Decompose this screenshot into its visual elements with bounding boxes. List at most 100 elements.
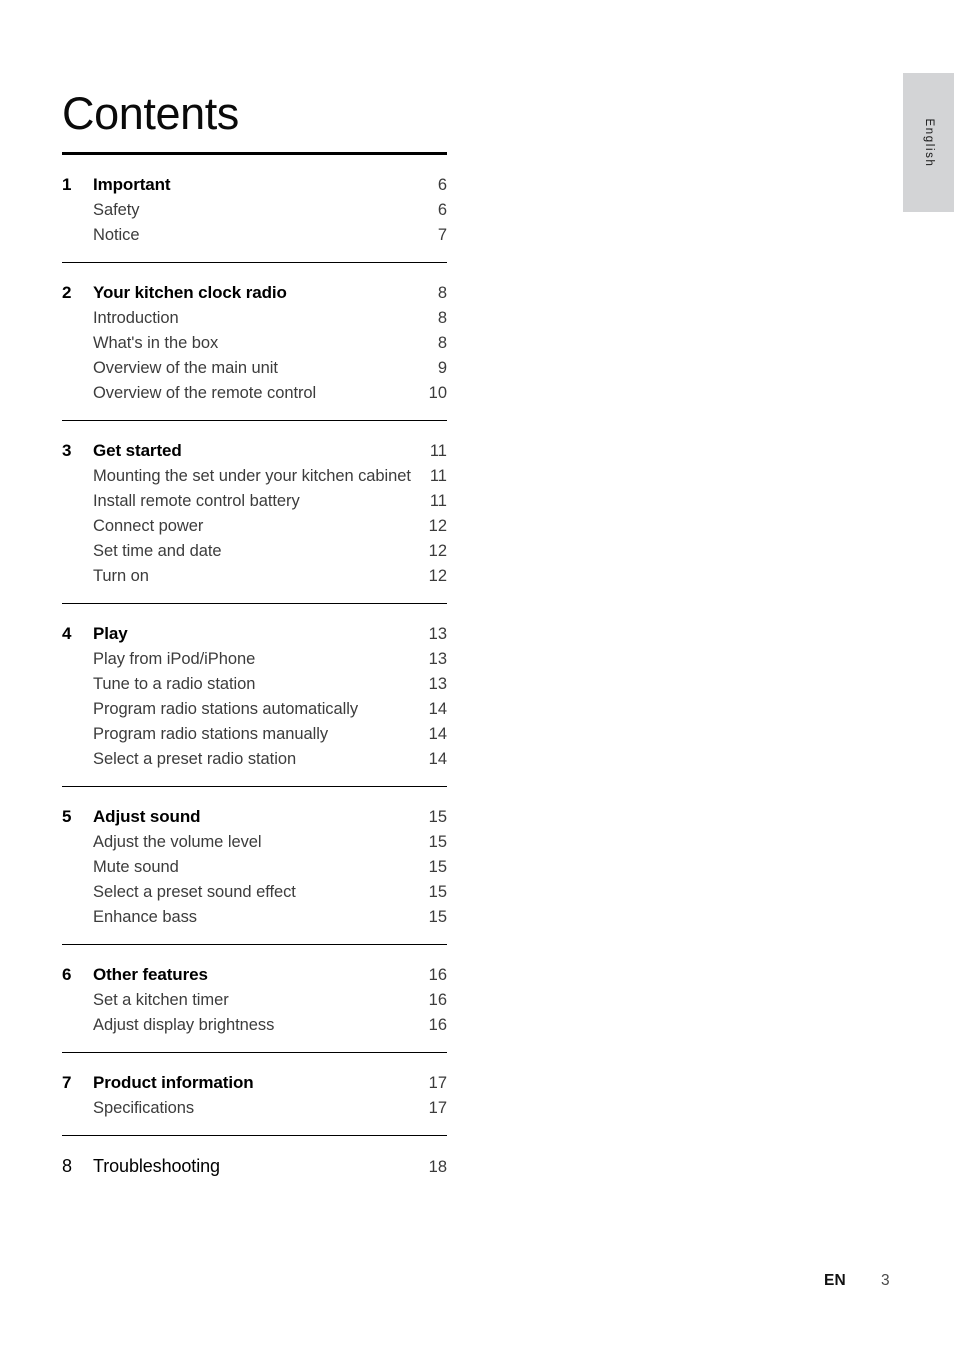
toc-entry[interactable]: Mute sound 15 xyxy=(62,855,447,880)
toc-entry-label: Set time and date xyxy=(93,541,222,560)
section-page-number: 18 xyxy=(428,1157,447,1176)
toc-entry[interactable]: Overview of the remote control 10 xyxy=(62,381,447,406)
toc-entry[interactable]: Program radio stations manually 14 xyxy=(62,722,447,747)
toc-entry-page-number: 15 xyxy=(428,857,447,876)
toc-section: 4 Play 13 Play from iPod/iPhone 13 Tune to a … xyxy=(62,589,447,772)
toc-entry-label: What's in the box xyxy=(93,333,219,352)
toc-entry-page-number: 8 xyxy=(437,308,447,327)
toc-entry-page-number: 12 xyxy=(428,516,447,535)
toc-entry-label: Connect power xyxy=(93,516,204,535)
toc-entry[interactable]: Adjust display brightness 16 xyxy=(62,1013,447,1038)
toc-entry[interactable]: Select a preset radio station 14 xyxy=(62,747,447,772)
toc-section-heading[interactable]: 8 Troubleshooting 18 xyxy=(62,1153,447,1180)
toc-section-heading[interactable]: 4 Play 13 xyxy=(62,621,447,647)
section-title: Your kitchen clock radio xyxy=(93,282,287,302)
toc-entry[interactable]: Turn on 12 xyxy=(62,564,447,589)
section-title: Troubleshooting xyxy=(93,1155,220,1176)
toc-entry-page-number: 12 xyxy=(428,566,447,585)
toc-section: 1 Important 6 Safety 6 Notice 7 xyxy=(62,152,447,248)
section-title: Adjust sound xyxy=(93,806,201,826)
toc-entry[interactable]: What's in the box 8 xyxy=(62,331,447,356)
footer-locale: EN xyxy=(824,1272,846,1289)
toc-entry-page-number: 11 xyxy=(429,491,447,510)
toc-entry[interactable]: Program radio stations automatically 14 xyxy=(62,697,447,722)
toc-entry-label: Turn on xyxy=(93,566,149,585)
section-number: 1 xyxy=(62,174,72,194)
section-title: Play xyxy=(93,623,128,643)
toc-section: 7 Product information 17 Specifications 17 xyxy=(62,1038,447,1121)
table-of-contents: 1 Important 6 Safety 6 Notice 7 2 Your kitchen c… xyxy=(62,152,447,1180)
toc-section: 5 Adjust sound 15 Adjust the volume level 15… xyxy=(62,772,447,930)
toc-entry-page-number: 10 xyxy=(428,383,447,402)
toc-entry[interactable]: Enhance bass 15 xyxy=(62,905,447,930)
toc-section-heading[interactable]: 1 Important 6 xyxy=(62,172,447,198)
toc-entry-label: Overview of the main unit xyxy=(93,358,278,377)
toc-entry[interactable]: Adjust the volume level 15 xyxy=(62,830,447,855)
toc-section-heading[interactable]: 2 Your kitchen clock radio 8 xyxy=(62,280,447,306)
section-page-number: 17 xyxy=(428,1073,447,1092)
toc-entry-label: Set a kitchen timer xyxy=(93,990,229,1009)
toc-entry-page-number: 13 xyxy=(428,674,447,693)
section-number: 3 xyxy=(62,440,72,460)
toc-section-heading[interactable]: 6 Other features 16 xyxy=(62,962,447,988)
toc-entry-label: Introduction xyxy=(93,308,179,327)
toc-section-heading[interactable]: 7 Product information 17 xyxy=(62,1070,447,1096)
toc-entry-page-number: 8 xyxy=(437,333,447,352)
toc-entry[interactable]: Tune to a radio station 13 xyxy=(62,672,447,697)
toc-entry-page-number: 14 xyxy=(428,724,447,743)
toc-section-heading[interactable]: 5 Adjust sound 15 xyxy=(62,804,447,830)
section-number: 2 xyxy=(62,282,72,302)
toc-entry[interactable]: Set a kitchen timer 16 xyxy=(62,988,447,1013)
toc-section: 2 Your kitchen clock radio 8 Introduction 8 W… xyxy=(62,248,447,406)
toc-entry-page-number: 14 xyxy=(428,699,447,718)
toc-entry-label: Tune to a radio station xyxy=(93,674,256,693)
toc-entry-label: Specifications xyxy=(93,1098,195,1117)
section-page-number: 13 xyxy=(428,624,447,643)
toc-entry[interactable]: Notice 7 xyxy=(62,223,447,248)
toc-entry[interactable]: Specifications 17 xyxy=(62,1096,447,1121)
page-footer: EN 3 xyxy=(0,1272,954,1298)
toc-entry[interactable]: Select a preset sound effect 15 xyxy=(62,880,447,905)
toc-section: 6 Other features 16 Set a kitchen timer 16 Ad… xyxy=(62,930,447,1038)
toc-entry-label: Enhance bass xyxy=(93,907,197,926)
toc-entry-label: Program radio stations automatically xyxy=(93,699,359,718)
section-page-number: 6 xyxy=(437,175,447,194)
toc-entry-label: Mute sound xyxy=(93,857,179,876)
section-title: Product information xyxy=(93,1072,254,1092)
toc-entry[interactable]: Install remote control battery 11 xyxy=(62,489,447,514)
toc-entry[interactable]: Play from iPod/iPhone 13 xyxy=(62,647,447,672)
toc-entry-page-number: 6 xyxy=(437,200,447,219)
toc-entry-label: Safety xyxy=(93,200,140,219)
section-number: 7 xyxy=(62,1072,72,1092)
footer-page-number: 3 xyxy=(881,1272,890,1289)
toc-section: 8 Troubleshooting 18 xyxy=(62,1121,447,1180)
toc-entry[interactable]: Set time and date 12 xyxy=(62,539,447,564)
toc-entry[interactable]: Overview of the main unit 9 xyxy=(62,356,447,381)
toc-entry[interactable]: Introduction 8 xyxy=(62,306,447,331)
toc-entry[interactable]: Safety 6 xyxy=(62,198,447,223)
section-page-number: 8 xyxy=(437,283,447,302)
toc-entry-page-number: 13 xyxy=(428,649,447,668)
toc-entry-label: Adjust the volume level xyxy=(93,832,262,851)
toc-entry-label: Install remote control battery xyxy=(93,491,300,510)
section-number: 5 xyxy=(62,806,72,826)
toc-entry-label: Adjust display brightness xyxy=(93,1015,275,1034)
toc-entry-label: Select a preset sound effect xyxy=(93,882,296,901)
toc-entry-page-number: 7 xyxy=(437,225,447,244)
toc-entry[interactable]: Mounting the set under your kitchen cabi… xyxy=(62,464,447,489)
section-page-number: 11 xyxy=(429,441,447,460)
toc-entry[interactable]: Connect power 12 xyxy=(62,514,447,539)
section-number: 6 xyxy=(62,964,72,984)
toc-entry-label: Mounting the set under your kitchen cabi… xyxy=(93,466,411,485)
toc-entry-page-number: 16 xyxy=(428,990,447,1009)
toc-section-heading[interactable]: 3 Get started 11 xyxy=(62,438,447,464)
